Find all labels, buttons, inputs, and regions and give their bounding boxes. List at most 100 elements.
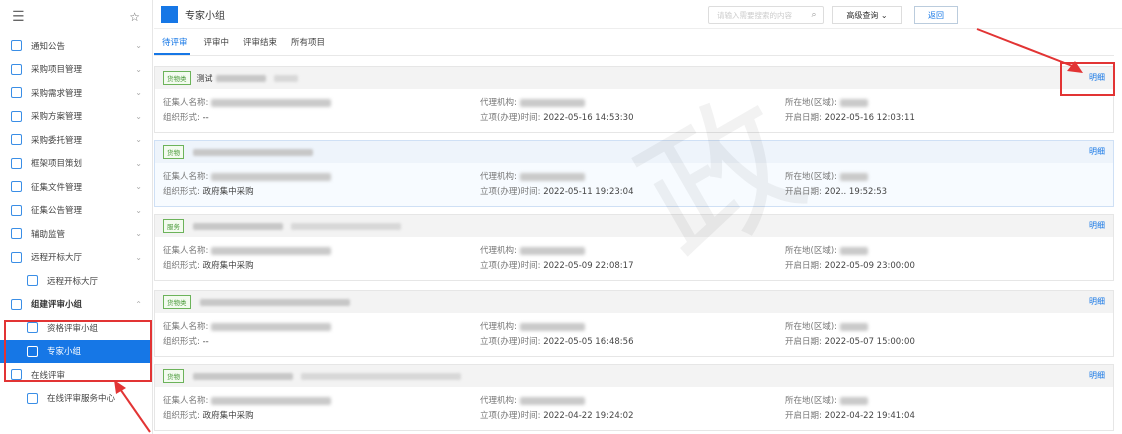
open-date-row: 开启日期: 2022-05-09 23:00:00 bbox=[785, 259, 915, 271]
org-form-value: -- bbox=[202, 337, 209, 347]
search-icon[interactable]: ⌕ bbox=[805, 10, 823, 20]
project-title-redacted bbox=[301, 372, 461, 380]
project-card[interactable]: 货物 明细 征集人名称: 组织形式: 政府集中采购 代理机构: 立项(办理)时间: 2… bbox=[154, 364, 1114, 431]
setup-time-row: 立项(办理)时间: 2022-05-16 14:53:30 bbox=[480, 111, 633, 123]
setup-time-row: 立项(办理)时间: 2022-04-22 19:24:02 bbox=[480, 409, 633, 421]
open-date-row: 开启日期: 2022-05-07 15:00:00 bbox=[785, 335, 915, 347]
agency-row: 代理机构: bbox=[480, 394, 585, 406]
project-title-redacted bbox=[193, 148, 313, 156]
project-card[interactable]: 服务 明细 征集人名称: 组织形式: 政府集中采购 代理机构: 立项(办理)时间: 2… bbox=[154, 214, 1114, 281]
sidebar-subitem-remote-hall[interactable]: 远程开标大厅 bbox=[0, 269, 152, 293]
setup-time-label: 立项(办理)时间: bbox=[480, 337, 541, 347]
open-date-label: 开启日期: bbox=[785, 411, 822, 421]
monitor-icon bbox=[11, 228, 22, 240]
region-label: 所在地(区域): bbox=[785, 98, 837, 108]
sidebar-item-label: 征集文件管理 bbox=[31, 182, 83, 193]
annotation-box-sidebar bbox=[4, 320, 152, 382]
detail-link[interactable]: 明细 bbox=[1089, 370, 1105, 381]
card-header: 货物 明细 bbox=[155, 365, 1113, 387]
org-form-label: 组织形式: bbox=[163, 187, 200, 197]
project-title-redacted bbox=[215, 74, 266, 82]
chevron-down-icon: ⌄ bbox=[135, 41, 142, 51]
agency-row: 代理机构: bbox=[480, 320, 585, 332]
sidebar-item-build-panel[interactable]: 组建评审小组 ⌃ bbox=[0, 293, 152, 317]
search-input[interactable]: 请输入需要搜索的内容 ⌕ bbox=[708, 6, 824, 24]
sidebar-item-framework[interactable]: 框架项目策划 ⌄ bbox=[0, 152, 152, 176]
page-logo-icon bbox=[161, 5, 178, 23]
folder-icon bbox=[11, 157, 22, 169]
search-placeholder: 请输入需要搜索的内容 bbox=[717, 10, 792, 20]
setup-time-row: 立项(办理)时间: 2022-05-05 16:48:56 bbox=[480, 335, 633, 347]
org-form-label: 组织形式: bbox=[163, 337, 200, 347]
detail-link[interactable]: 明细 bbox=[1089, 220, 1105, 231]
sidebar-item-entrust[interactable]: 采购委托管理 ⌄ bbox=[0, 128, 152, 152]
tab-pending[interactable]: 待评审 bbox=[154, 35, 190, 55]
setup-time-value: 2022-04-22 19:24:02 bbox=[543, 411, 634, 421]
chevron-down-icon: ⌄ bbox=[135, 229, 142, 239]
card-header: 货物类 明细 bbox=[155, 291, 1113, 313]
setup-time-value: 2022-05-05 16:48:56 bbox=[543, 337, 634, 347]
tab-all[interactable]: 所有项目 bbox=[283, 35, 325, 55]
project-card[interactable]: 货物类 测试 明细 征集人名称: 组织形式: -- 代理机构: 立项(办理)时间: 20… bbox=[154, 66, 1114, 133]
project-title-prefix: 测试 bbox=[196, 73, 213, 83]
menu-icon[interactable]: ☰ bbox=[12, 9, 25, 25]
sidebar-item-project[interactable]: 采购项目管理 ⌄ bbox=[0, 58, 152, 82]
annotation-arrow-detail bbox=[976, 28, 1083, 73]
collector-row: 征集人名称: bbox=[163, 394, 332, 406]
region-row: 所在地(区域): bbox=[785, 170, 868, 182]
region-redacted bbox=[839, 172, 868, 181]
advanced-search-label: 高级查询 bbox=[846, 10, 879, 20]
org-form-label: 组织形式: bbox=[163, 411, 200, 421]
collector-row: 征集人名称: bbox=[163, 244, 332, 256]
open-date-value: 2022-05-09 23:00:00 bbox=[824, 261, 915, 271]
region-row: 所在地(区域): bbox=[785, 96, 868, 108]
setup-time-label: 立项(办理)时间: bbox=[480, 187, 541, 197]
chevron-down-icon: ⌄ bbox=[135, 88, 142, 98]
detail-link[interactable]: 明细 bbox=[1089, 146, 1105, 157]
tab-finished[interactable]: 评审结束 bbox=[235, 35, 277, 55]
list-icon bbox=[11, 134, 22, 146]
sidebar-item-supervise[interactable]: 辅助监管 ⌄ bbox=[0, 222, 152, 246]
org-form-row: 组织形式: 政府集中采购 bbox=[163, 259, 254, 271]
org-form-label: 组织形式: bbox=[163, 113, 200, 123]
project-title-redacted bbox=[199, 298, 350, 306]
sidebar-item-label: 征集公告管理 bbox=[31, 206, 83, 217]
back-button[interactable]: 返回 bbox=[914, 6, 958, 24]
chevron-down-icon: ⌄ bbox=[135, 205, 142, 215]
advanced-search-dropdown[interactable]: 高级查询 ⌄ bbox=[832, 6, 902, 24]
pin-icon[interactable]: ☆ bbox=[129, 10, 140, 24]
collector-row: 征集人名称: bbox=[163, 170, 332, 182]
collector-redacted bbox=[211, 98, 332, 107]
collector-redacted bbox=[211, 396, 332, 405]
sidebar-item-demand[interactable]: 采购需求管理 ⌄ bbox=[0, 81, 152, 105]
hall-icon bbox=[27, 275, 38, 287]
open-date-row: 开启日期: 2022-04-22 19:41:04 bbox=[785, 409, 915, 421]
detail-link[interactable]: 明细 bbox=[1089, 296, 1105, 307]
file-icon bbox=[11, 181, 22, 193]
sidebar-item-files[interactable]: 征集文件管理 ⌄ bbox=[0, 175, 152, 199]
chevron-down-icon: ⌄ bbox=[135, 64, 142, 74]
project-card[interactable]: 货物类 明细 征集人名称: 组织形式: -- 代理机构: 立项(办理)时间: 2022… bbox=[154, 290, 1114, 357]
collector-redacted bbox=[211, 322, 332, 331]
chevron-down-icon: ⌄ bbox=[135, 111, 142, 121]
category-tag: 货物类 bbox=[163, 71, 191, 85]
sidebar-item-remote-hall[interactable]: 远程开标大厅 ⌄ bbox=[0, 246, 152, 270]
tab-reviewing[interactable]: 评审中 bbox=[196, 35, 230, 55]
announcement-icon bbox=[11, 204, 22, 216]
sidebar-item-label: 远程开标大厅 bbox=[47, 276, 99, 287]
org-form-row: 组织形式: -- bbox=[163, 335, 209, 347]
chevron-down-icon: ⌄ bbox=[135, 158, 142, 168]
collector-label: 征集人名称: bbox=[163, 98, 209, 108]
sidebar-item-notice[interactable]: 通知公告 ⌄ bbox=[0, 34, 152, 58]
agency-label: 代理机构: bbox=[480, 396, 517, 406]
tab-divider bbox=[154, 55, 1114, 56]
open-date-label: 开启日期: bbox=[785, 113, 822, 123]
project-title-redacted bbox=[193, 222, 283, 230]
sidebar-item-announce[interactable]: 征集公告管理 ⌄ bbox=[0, 199, 152, 223]
project-card[interactable]: 货物 明细 征集人名称: 组织形式: 政府集中采购 代理机构: 立项(办理)时间: 2… bbox=[154, 140, 1114, 207]
notice-icon bbox=[11, 40, 22, 52]
sidebar-item-plan[interactable]: 采购方案管理 ⌄ bbox=[0, 105, 152, 129]
region-row: 所在地(区域): bbox=[785, 244, 868, 256]
region-redacted bbox=[839, 322, 868, 331]
agency-redacted bbox=[519, 98, 585, 107]
